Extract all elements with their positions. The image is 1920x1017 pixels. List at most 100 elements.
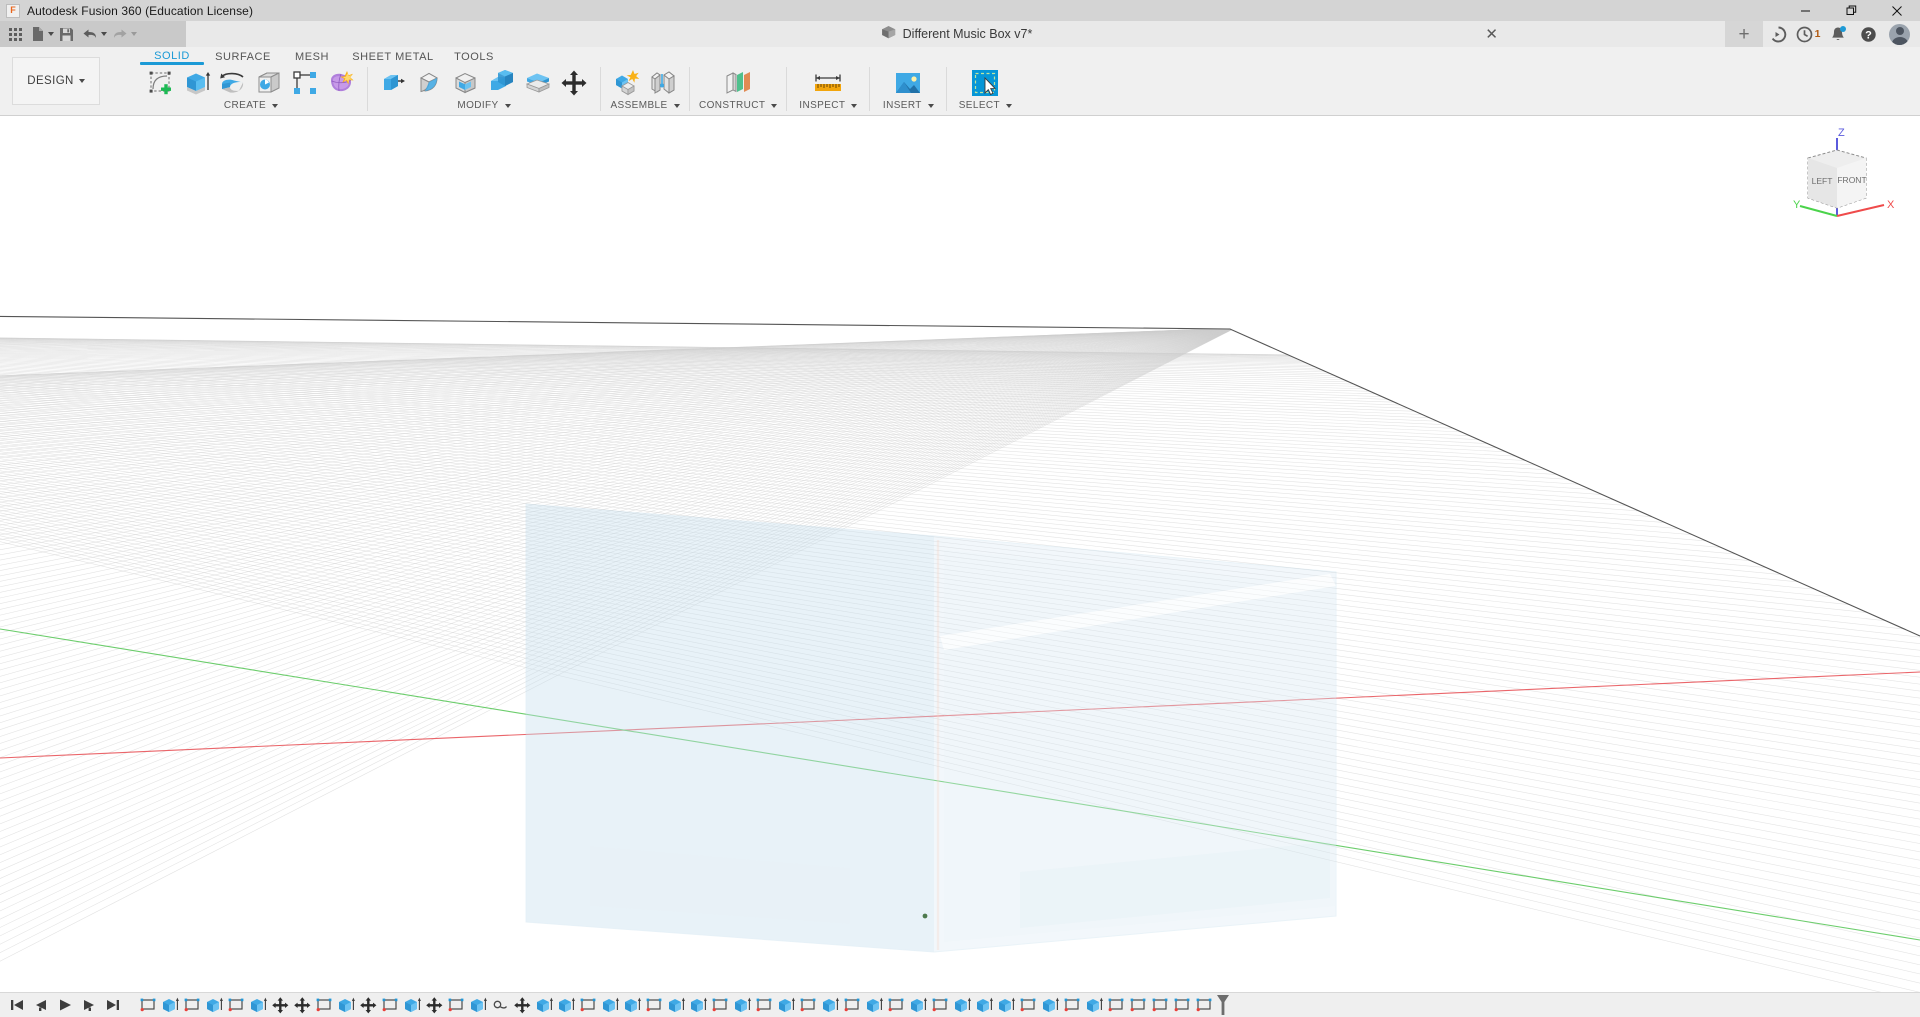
close-tab-button[interactable]: ✕ <box>1482 27 1501 42</box>
close-button[interactable] <box>1874 0 1920 21</box>
fillet-button[interactable] <box>413 66 447 100</box>
user-avatar[interactable] <box>1889 23 1910 45</box>
timeline-feature-list[interactable] <box>138 994 1215 1016</box>
timeline-feature-sketch[interactable] <box>1018 994 1039 1016</box>
timeline-feature-sketch[interactable] <box>930 994 951 1016</box>
ribbon-group-modify-label[interactable]: MODIFY <box>457 100 511 111</box>
timeline-feature-sketch[interactable] <box>578 994 599 1016</box>
timeline-feature-sketch[interactable] <box>182 994 203 1016</box>
tab-tools[interactable]: TOOLS <box>444 47 504 65</box>
chevron-down-icon[interactable] <box>131 32 137 36</box>
help-icon[interactable]: ? <box>1853 21 1883 47</box>
timeline-feature-extrude[interactable] <box>248 994 269 1016</box>
3d-viewport[interactable]: Z Y X LEFT FRONT <box>0 116 1920 992</box>
timeline-step-forward-button[interactable] <box>78 994 100 1016</box>
revolve-button[interactable] <box>216 66 250 100</box>
timeline-feature-extrude[interactable] <box>666 994 687 1016</box>
pending-jobs-clock-icon[interactable]: 1 <box>1793 21 1823 47</box>
timeline-feature-move[interactable] <box>292 994 313 1016</box>
measure-button[interactable] <box>807 66 849 100</box>
timeline-feature-revolve[interactable] <box>490 994 511 1016</box>
redo-icon[interactable] <box>108 21 138 47</box>
tab-sheet-metal[interactable]: SHEET METAL <box>342 47 444 65</box>
offset-face-button[interactable] <box>521 66 555 100</box>
timeline-feature-sketch[interactable] <box>1172 994 1193 1016</box>
timeline-feature-sketch[interactable] <box>886 994 907 1016</box>
save-icon[interactable] <box>55 21 78 47</box>
move-copy-button[interactable] <box>557 66 591 100</box>
create-form-button[interactable] <box>324 66 358 100</box>
combine-button[interactable] <box>485 66 519 100</box>
timeline-feature-extrude[interactable] <box>908 994 929 1016</box>
timeline-feature-sketch[interactable] <box>754 994 775 1016</box>
new-component-button[interactable] <box>610 66 644 100</box>
timeline-feature-sketch[interactable] <box>644 994 665 1016</box>
timeline-feature-extrude[interactable] <box>688 994 709 1016</box>
timeline-feature-extrude[interactable] <box>468 994 489 1016</box>
restore-button[interactable] <box>1828 0 1874 21</box>
tab-solid[interactable]: SOLID <box>140 46 204 67</box>
timeline-skip-to-start-button[interactable] <box>6 994 28 1016</box>
timeline-feature-extrude[interactable] <box>556 994 577 1016</box>
new-tab-button[interactable]: + <box>1725 21 1763 47</box>
chevron-down-icon[interactable] <box>48 32 54 36</box>
timeline-feature-sketch[interactable] <box>138 994 159 1016</box>
timeline-feature-extrude[interactable] <box>204 994 225 1016</box>
timeline-feature-sketch[interactable] <box>798 994 819 1016</box>
timeline-feature-extrude[interactable] <box>996 994 1017 1016</box>
view-cube[interactable]: Z Y X LEFT FRONT <box>1792 126 1902 226</box>
timeline-feature-extrude[interactable] <box>974 994 995 1016</box>
timeline-feature-move[interactable] <box>512 994 533 1016</box>
timeline-feature-sketch[interactable] <box>1150 994 1171 1016</box>
ribbon-group-construct-label[interactable]: CONSTRUCT <box>699 100 778 111</box>
select-tool-button[interactable] <box>964 66 1006 100</box>
timeline-feature-extrude[interactable] <box>622 994 643 1016</box>
ribbon-group-insert-label[interactable]: INSERT <box>883 100 934 111</box>
timeline-feature-extrude[interactable] <box>600 994 621 1016</box>
timeline-feature-sketch[interactable] <box>1106 994 1127 1016</box>
timeline-feature-extrude[interactable] <box>864 994 885 1016</box>
shell-button[interactable] <box>449 66 483 100</box>
ribbon-group-select-label[interactable]: SELECT <box>959 100 1013 111</box>
chevron-down-icon[interactable] <box>101 32 107 36</box>
joint-button[interactable] <box>646 66 680 100</box>
workspace-selector[interactable]: DESIGN <box>12 57 100 105</box>
extrude-button[interactable] <box>180 66 214 100</box>
job-status-icon[interactable] <box>1763 21 1793 47</box>
timeline-feature-extrude[interactable] <box>776 994 797 1016</box>
timeline-feature-extrude[interactable] <box>336 994 357 1016</box>
timeline-playhead-marker[interactable] <box>1215 994 1231 1016</box>
tab-surface[interactable]: SURFACE <box>204 47 282 65</box>
timeline-feature-sketch[interactable] <box>314 994 335 1016</box>
timeline-feature-extrude[interactable] <box>1040 994 1061 1016</box>
timeline-step-back-button[interactable] <box>30 994 52 1016</box>
timeline-feature-move[interactable] <box>358 994 379 1016</box>
timeline-feature-sketch[interactable] <box>842 994 863 1016</box>
hole-button[interactable] <box>252 66 286 100</box>
bell-icon[interactable] <box>1823 21 1853 47</box>
offset-plane-button[interactable] <box>717 66 759 100</box>
minimize-button[interactable] <box>1782 0 1828 21</box>
timeline-feature-extrude[interactable] <box>1084 994 1105 1016</box>
rectangular-pattern-button[interactable] <box>288 66 322 100</box>
document-tab[interactable]: Different Music Box v7* <box>864 24 1047 44</box>
press-pull-button[interactable] <box>377 66 411 100</box>
timeline-feature-sketch[interactable] <box>1062 994 1083 1016</box>
tab-mesh[interactable]: MESH <box>282 47 342 65</box>
ribbon-group-assemble-label[interactable]: ASSEMBLE <box>610 100 680 111</box>
ribbon-group-inspect-label[interactable]: INSPECT <box>799 100 858 111</box>
timeline-feature-sketch[interactable] <box>1194 994 1215 1016</box>
undo-icon[interactable] <box>78 21 108 47</box>
timeline-feature-sketch[interactable] <box>710 994 731 1016</box>
timeline-feature-sketch[interactable] <box>380 994 401 1016</box>
timeline-feature-sketch[interactable] <box>446 994 467 1016</box>
timeline-feature-sketch[interactable] <box>1128 994 1149 1016</box>
timeline-feature-move[interactable] <box>270 994 291 1016</box>
timeline-feature-move[interactable] <box>424 994 445 1016</box>
timeline-feature-sketch[interactable] <box>226 994 247 1016</box>
viewport-canvas[interactable] <box>0 116 1920 992</box>
timeline-feature-extrude[interactable] <box>160 994 181 1016</box>
timeline-feature-extrude[interactable] <box>820 994 841 1016</box>
timeline-feature-extrude[interactable] <box>732 994 753 1016</box>
timeline-feature-extrude[interactable] <box>952 994 973 1016</box>
